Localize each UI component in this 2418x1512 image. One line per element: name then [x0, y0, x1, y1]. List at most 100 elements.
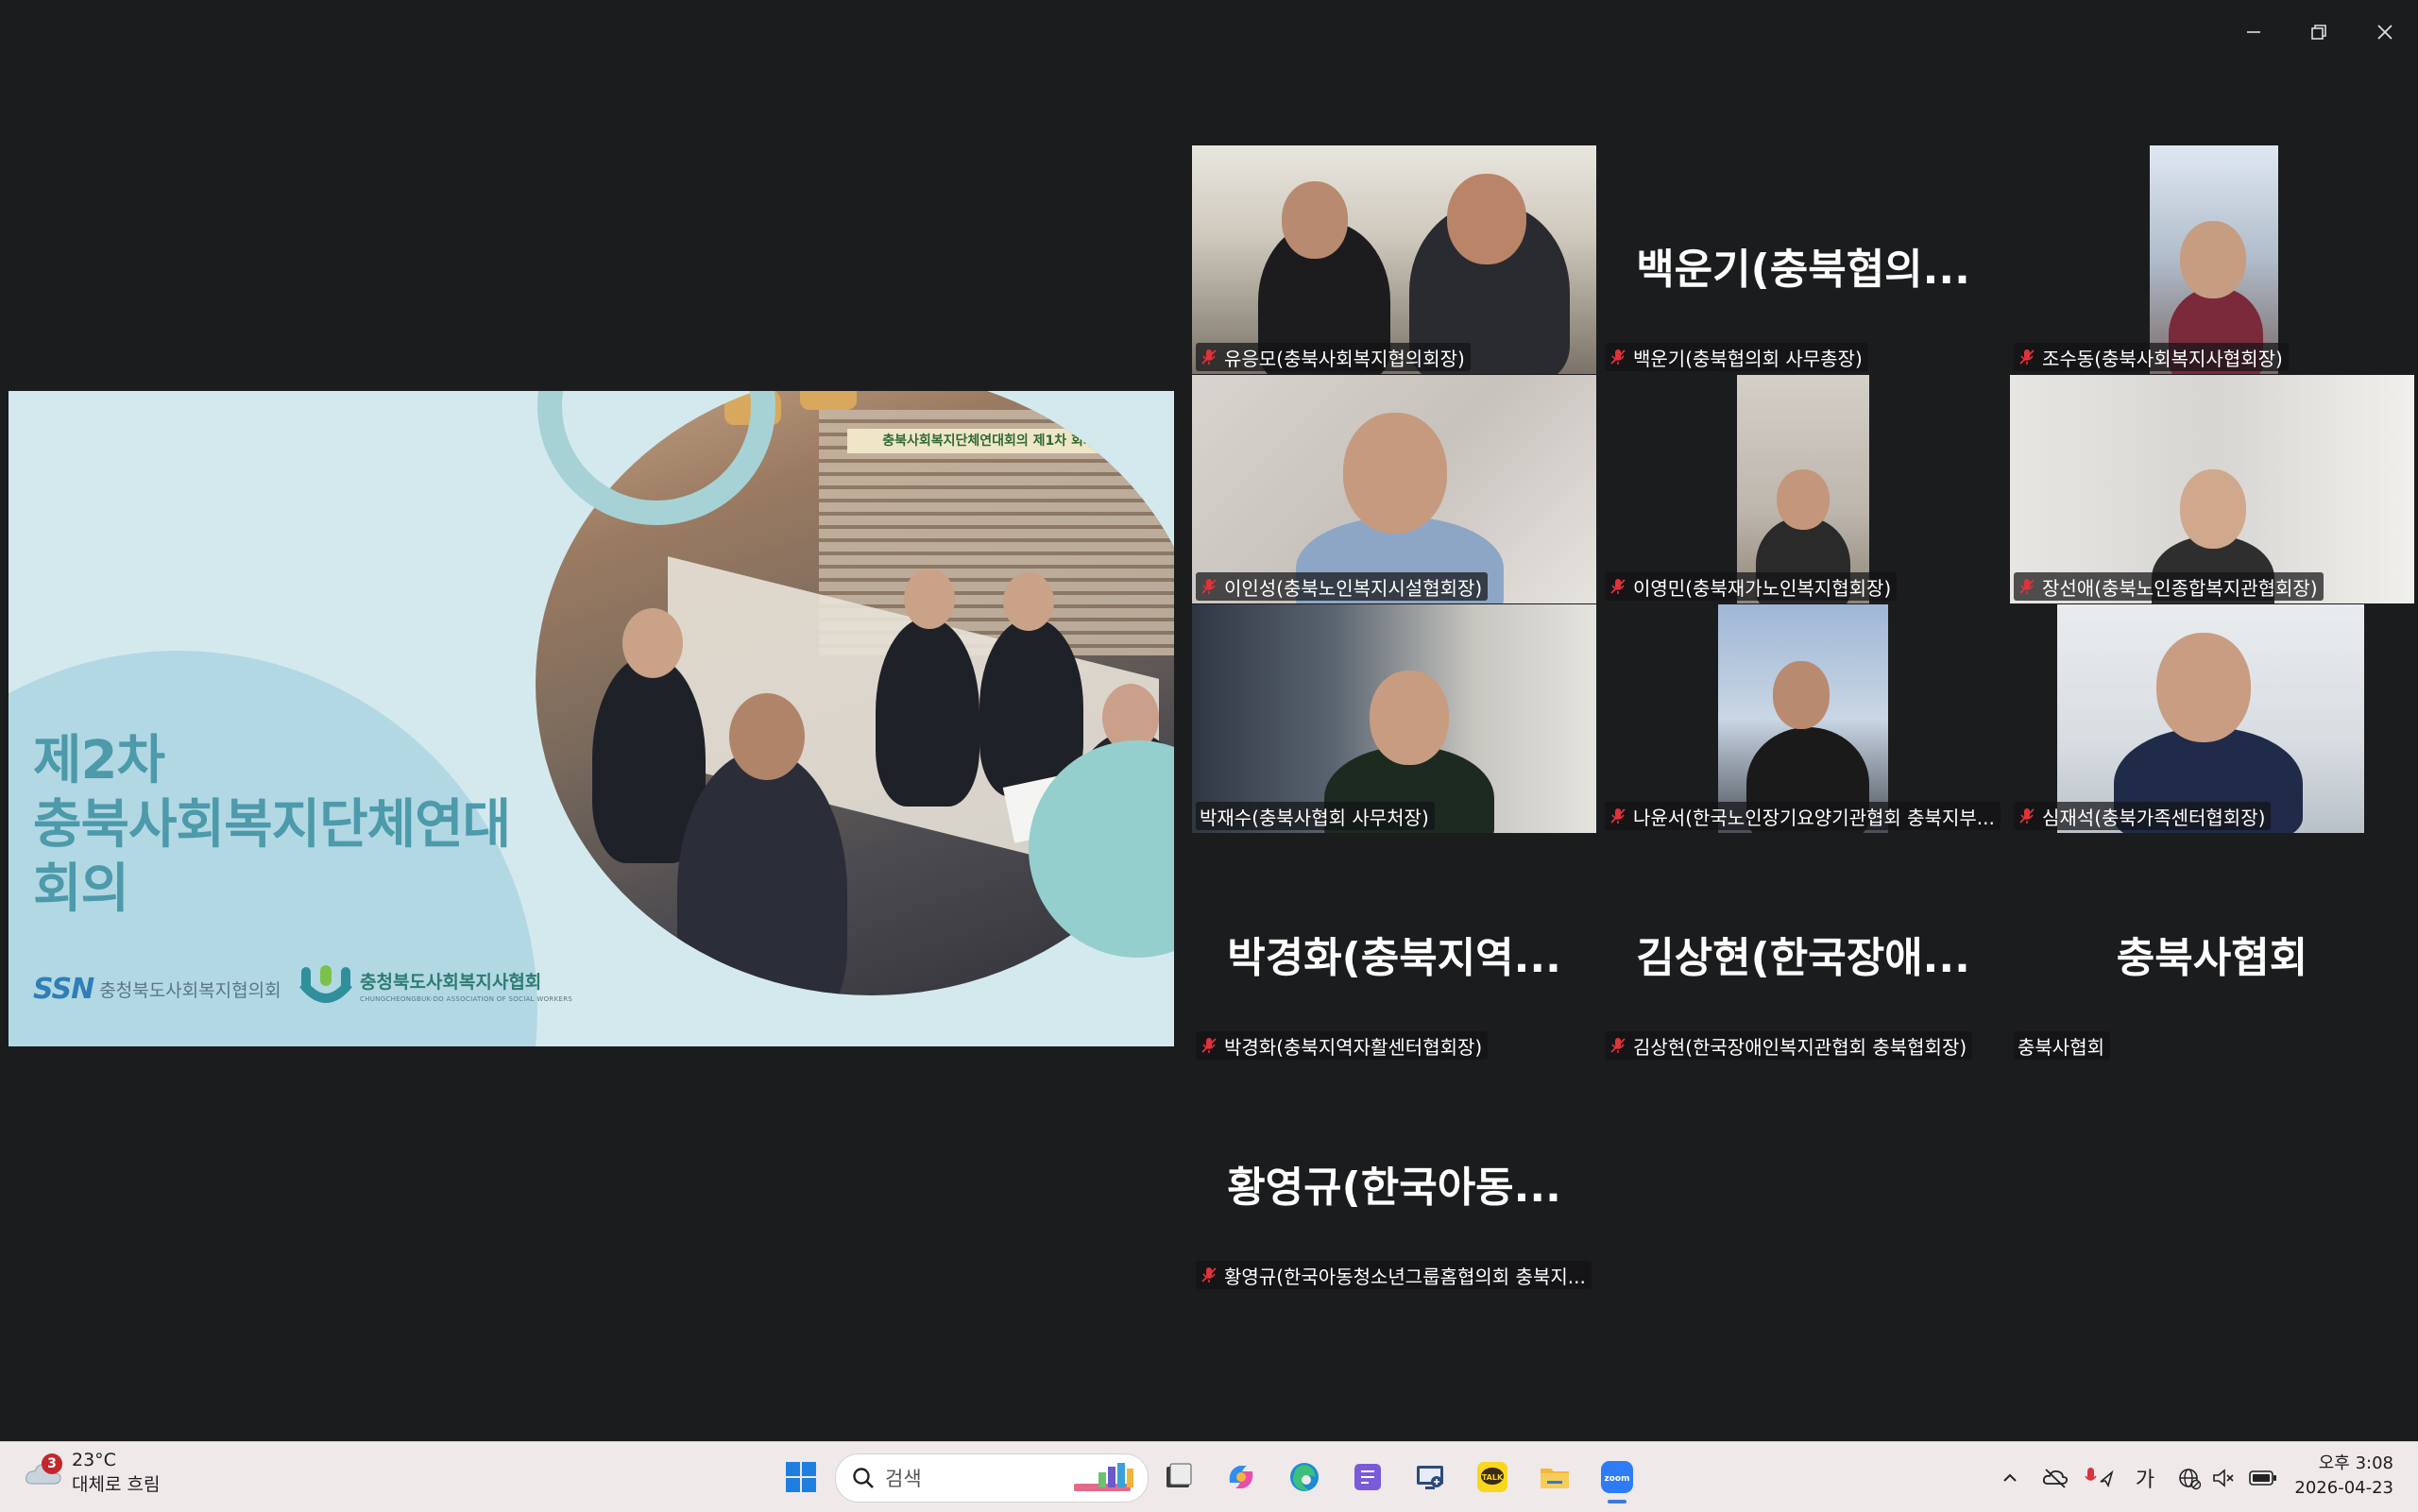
- weather-condition: 대체로 흐림: [72, 1474, 161, 1495]
- taskbar-app-edge[interactable]: [1282, 1454, 1327, 1500]
- participant-tile[interactable]: 장선애(충북노인종합복지관협회장): [2010, 375, 2414, 603]
- participant-display-name: 충북사협회: [2116, 934, 2308, 982]
- mic-muted-icon: [2019, 349, 2035, 365]
- participant-video: [1192, 145, 1596, 374]
- minimize-icon: [2247, 31, 2260, 33]
- participant-display-name: 박경화(충북지역...: [1227, 934, 1561, 982]
- participant-video: [1737, 375, 1869, 603]
- participant-name-label: 조수동(충북사회복지사협회장): [2014, 343, 2289, 371]
- participant-name-label: 박경화(충북지역자활센터협회장): [1196, 1031, 1489, 1060]
- participant-name: 백운기(충북협의회 사무총장): [1633, 347, 1863, 370]
- taskbar-app-kakaotalk[interactable]: TALK: [1470, 1454, 1515, 1500]
- participant-tile[interactable]: 나윤서(한국노인장기요양기관협회 충북지부...: [1601, 604, 2005, 833]
- taskbar-app-file-manager[interactable]: [1156, 1454, 1201, 1500]
- minimize-button[interactable]: [2227, 13, 2280, 51]
- participant-tile[interactable]: 김상현(한국장애... 김상현(한국장애인복지관협회 충북협회장): [1601, 834, 2005, 1062]
- participant-tile[interactable]: 백운기(충북협의... 백운기(충북협의회 사무총장): [1601, 145, 2005, 374]
- participant-video: [1192, 375, 1596, 603]
- tray-mic-location[interactable]: [2084, 1463, 2114, 1493]
- svg-text:TALK: TALK: [1482, 1473, 1504, 1482]
- participant-name: 이인성(충북노인복지시설협회장): [1224, 576, 1483, 600]
- restore-button[interactable]: [2292, 13, 2345, 51]
- tray-onedrive[interactable]: [2040, 1463, 2070, 1493]
- participant-name: 장선애(충북노인종합복지관협회장): [2042, 576, 2318, 600]
- chevron-up-icon: [2003, 1473, 2017, 1482]
- participant-tile[interactable]: 황영규(한국아동... 황영규(한국아동청소년그룹홈협의회 충북지...: [1192, 1063, 1596, 1292]
- photo-banner: 충북사회복지단체연대회의 제1차 회의: [847, 429, 1131, 453]
- participant-video: [1718, 604, 1888, 833]
- participant-name-label: 김상현(한국장애인복지관협회 충북협회장): [1605, 1031, 1973, 1060]
- participant-display-name: 백운기(충북협의...: [1636, 246, 1970, 294]
- globe-icon: [2179, 1469, 2202, 1490]
- books-icon: [1074, 1463, 1133, 1491]
- mic-location-icon: [2085, 1468, 2114, 1487]
- clock-time: 오후 3:08: [2318, 1453, 2393, 1473]
- close-button[interactable]: [2358, 13, 2411, 51]
- taskbar-app-remote-desktop[interactable]: [1407, 1454, 1453, 1500]
- ime-indicator[interactable]: 가: [2130, 1463, 2160, 1493]
- weather-temperature: 23°C: [72, 1450, 116, 1470]
- ssn-logo-mark: SSN: [33, 973, 94, 1006]
- mic-muted-icon: [1610, 349, 1626, 365]
- show-hidden-icons-button[interactable]: [1995, 1463, 2025, 1493]
- participant-name-label: 이영민(충북재가노인복지협회장): [1605, 572, 1898, 601]
- file-manager-icon: [1166, 1463, 1192, 1487]
- taskbar-app-notepad[interactable]: [1345, 1454, 1390, 1500]
- participant-name: 심재석(충북가족센터협회장): [2042, 806, 2266, 829]
- participant-name-label: 박재수(충북사협회 사무처장): [1196, 802, 1435, 830]
- participant-name: 조수동(충북사회복지사협회장): [2042, 347, 2283, 370]
- mic-muted-icon: [2019, 579, 2035, 594]
- ssn-logo: SSN 충청북도사회복지협의회: [33, 973, 281, 1006]
- notepad-icon: [1354, 1464, 1381, 1490]
- windows-start-button[interactable]: [778, 1454, 824, 1500]
- participant-name-label: 황영규(한국아동청소년그룹홈협의회 충북지...: [1196, 1261, 1592, 1289]
- participant-video: [1192, 604, 1596, 833]
- participant-tile[interactable]: 심재석(충북가족센터협회장): [2010, 604, 2414, 833]
- taskbar-app-file-explorer[interactable]: [1532, 1454, 1577, 1500]
- participant-tile[interactable]: 유응모(충북사회복지협의회장): [1192, 145, 1596, 374]
- participant-tile[interactable]: 이영민(충북재가노인복지협회장): [1601, 375, 2005, 603]
- participant-name-label: 유응모(충북사회복지협의회장): [1196, 343, 1471, 371]
- mic-muted-icon: [1610, 579, 1626, 594]
- taskbar-search[interactable]: 검색: [835, 1453, 1149, 1503]
- participant-name-label: 이인성(충북노인복지시설협회장): [1196, 572, 1489, 601]
- participant-video: [2150, 145, 2278, 374]
- participant-tile[interactable]: 박재수(충북사협회 사무처장): [1192, 604, 1596, 833]
- shared-screen-slide[interactable]: 충북사회복지단체연대회의 제1차 회의 제2차 충북사회복지단체연대 회의 SS…: [9, 391, 1174, 1046]
- association-logo-text: 충청북도사회복지사협회: [360, 971, 542, 993]
- participant-name: 충북사협회: [2018, 1035, 2104, 1059]
- association-logo: 충청북도사회복지사협회 CHUNGCHEONGBUK-DO ASSOCIATIO…: [299, 963, 572, 1007]
- restore-icon: [2311, 25, 2326, 40]
- volume-muted-icon: [2213, 1469, 2234, 1487]
- mic-muted-icon: [1201, 1038, 1217, 1053]
- mic-muted-icon: [1201, 579, 1217, 594]
- participant-display-name: 황영규(한국아동...: [1227, 1164, 1561, 1212]
- participant-tile[interactable]: 조수동(충북사회복지사협회장): [2010, 145, 2414, 374]
- weather-widget[interactable]: 3 23°C 대체로 흐림: [25, 1450, 160, 1496]
- participant-name-label: 충북사협회: [2014, 1031, 2110, 1060]
- tray-battery[interactable]: [2248, 1463, 2278, 1493]
- participant-tile[interactable]: 충북사협회 충북사협회: [2010, 834, 2414, 1062]
- tray-volume[interactable]: [2208, 1463, 2239, 1493]
- search-icon: [853, 1468, 874, 1488]
- copilot-icon: [1229, 1466, 1253, 1488]
- clock-date: 2026-04-23: [2294, 1478, 2393, 1498]
- participant-tile[interactable]: 박경화(충북지역... 박경화(충북지역자활센터협회장): [1192, 834, 1596, 1062]
- participant-display-name: 김상현(한국장애...: [1636, 934, 1970, 982]
- battery-icon: [2249, 1470, 2276, 1486]
- remote-desktop-icon: [1417, 1466, 1443, 1489]
- mic-muted-icon: [1610, 1038, 1626, 1053]
- taskbar: 3 23°C 대체로 흐림 검색 TALK zoom 가 오후 3:08 202…: [0, 1441, 2418, 1512]
- slide-title: 제2차 충북사회복지단체연대 회의: [33, 730, 511, 920]
- participant-tile[interactable]: 이인성(충북노인복지시설협회장): [1192, 375, 1596, 603]
- weather-badge: 3: [42, 1453, 62, 1474]
- participant-video: [2010, 375, 2414, 603]
- cloud-icon: 3: [25, 1453, 62, 1487]
- taskbar-clock[interactable]: 오후 3:08 2026-04-23: [2294, 1452, 2393, 1501]
- ssn-logo-text: 충청북도사회복지협의회: [99, 980, 281, 1001]
- participant-name: 유응모(충북사회복지협의회장): [1224, 347, 1465, 370]
- taskbar-app-copilot[interactable]: [1218, 1454, 1264, 1500]
- participant-name-label: 심재석(충북가족센터협회장): [2014, 802, 2272, 830]
- tray-network[interactable]: [2174, 1463, 2205, 1493]
- taskbar-app-zoom[interactable]: zoom: [1594, 1454, 1640, 1504]
